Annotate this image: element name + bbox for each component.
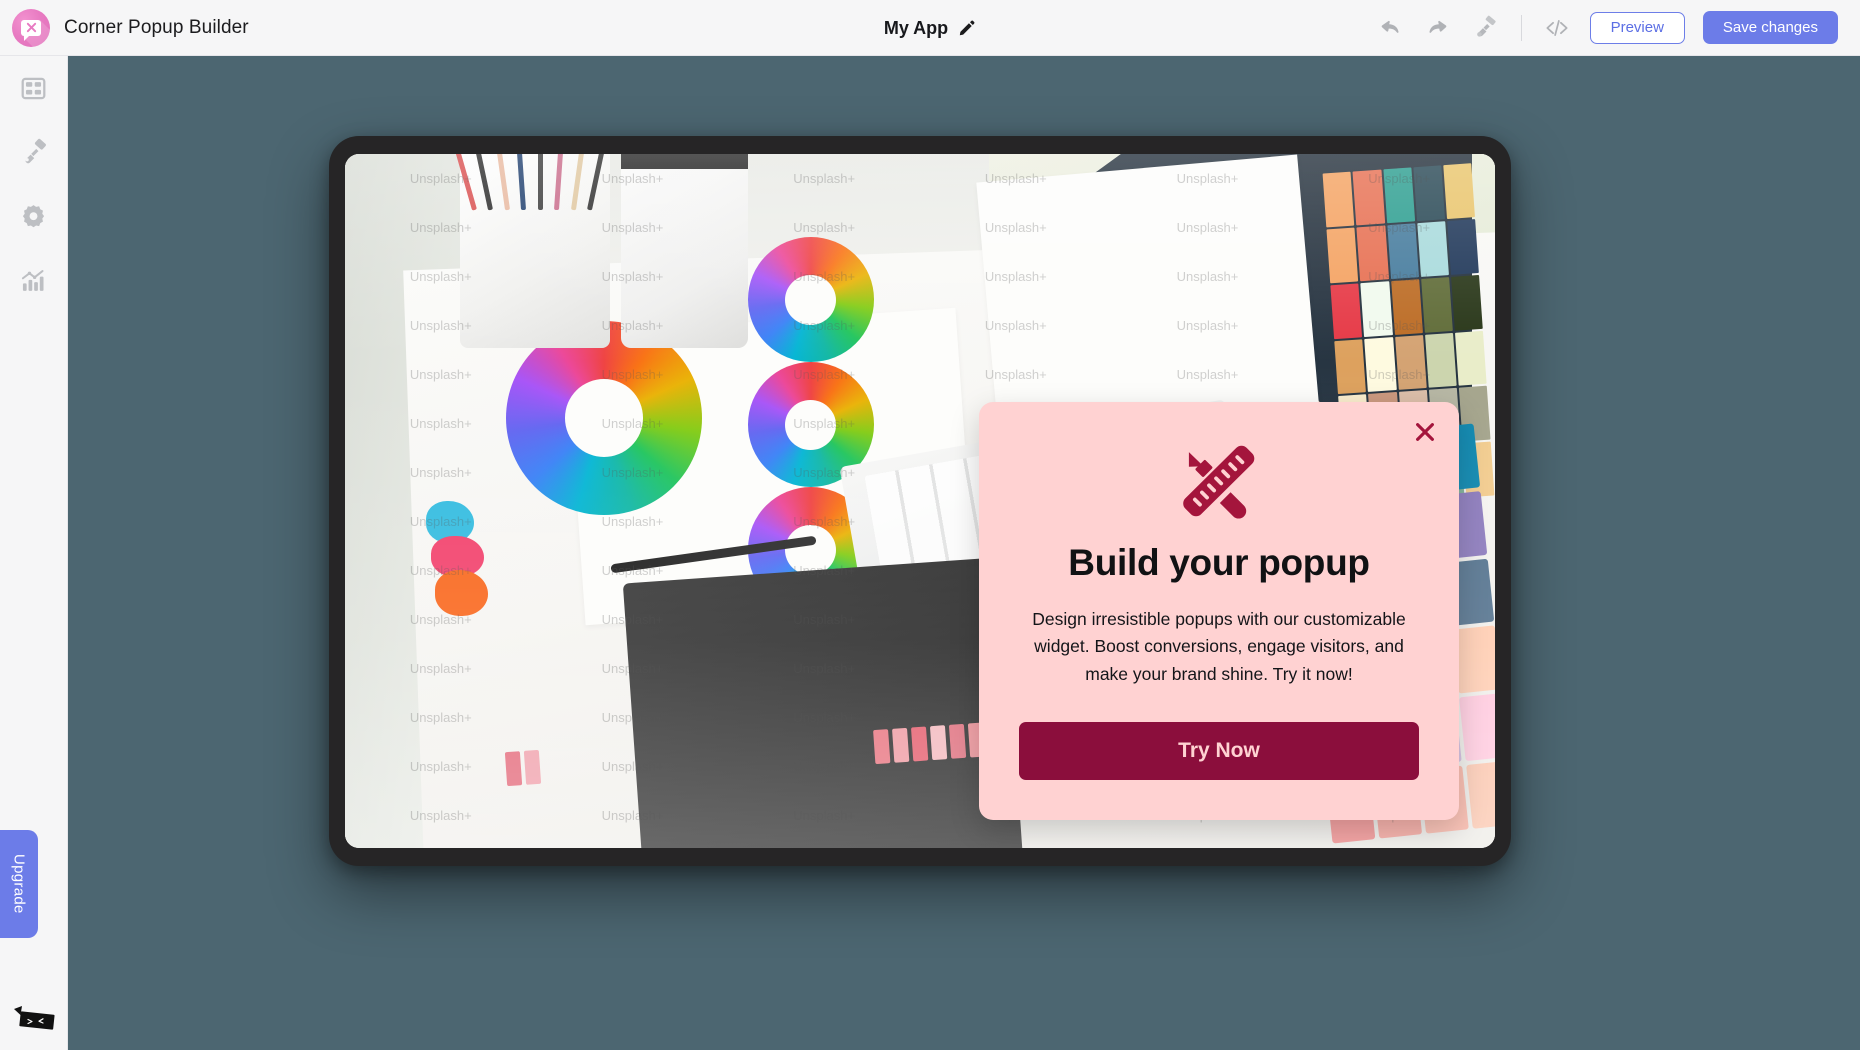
preview-button[interactable]: Preview: [1589, 11, 1685, 44]
upgrade-label: Upgrade: [10, 854, 28, 914]
undo-arrow-icon: [1381, 20, 1399, 33]
layout-grid-icon: [21, 77, 46, 99]
popup-widget: Build your popup Design irresistible pop…: [979, 402, 1459, 820]
top-app-bar: Corner Popup Builder My App Preview Save…: [0, 0, 1860, 56]
sidebar-item-analytics[interactable]: [0, 248, 68, 312]
pencil-ruler-design-icon: [1183, 445, 1255, 519]
document-title: My App: [883, 17, 949, 38]
redo-button[interactable]: [1423, 13, 1453, 43]
save-changes-button[interactable]: Save changes: [1702, 11, 1838, 44]
redo-arrow-icon: [1429, 20, 1446, 33]
editor-canvas: Unsplash+ Unsplash+ Unsplash+ Unsplash+ Unsp…: [68, 56, 1860, 1050]
brand: Corner Popup Builder: [0, 8, 420, 47]
top-actions: Preview Save changes: [1375, 11, 1860, 44]
popup-title: Build your popup: [1068, 542, 1370, 584]
bar-chart-icon: [21, 269, 44, 291]
toolbar-divider: [1520, 14, 1522, 41]
device-preview-frame: Unsplash+ Unsplash+ Unsplash+ Unsplash+ Unsp…: [329, 136, 1511, 866]
sidebar-item-settings[interactable]: [0, 184, 68, 248]
theme-button[interactable]: [1471, 13, 1501, 43]
sidebar-item-templates[interactable]: [0, 56, 68, 120]
popup-body-text: Design irresistible popups with our cust…: [1032, 609, 1406, 684]
paint-brush-icon: [24, 138, 46, 164]
code-brackets-icon: [1546, 19, 1568, 36]
left-sidebar: Upgrade: [0, 56, 68, 1050]
popup-bubble-logo-icon: [12, 8, 50, 47]
paint-roller-icon: [1477, 15, 1496, 37]
device-screen: Unsplash+ Unsplash+ Unsplash+ Unsplash+ Unsp…: [345, 154, 1495, 848]
upgrade-button[interactable]: Upgrade: [0, 830, 38, 938]
sidebar-item-design[interactable]: [0, 120, 68, 184]
close-x-icon: [1416, 423, 1434, 442]
popup-cta-button[interactable]: Try Now: [1019, 722, 1419, 780]
brand-title: Corner Popup Builder: [64, 16, 249, 38]
undo-button[interactable]: [1375, 13, 1405, 43]
gear-icon: [22, 204, 45, 227]
pencil-edit-icon[interactable]: [958, 19, 976, 37]
popup-close-button[interactable]: [1411, 418, 1439, 446]
brand-tag-icon[interactable]: [10, 1002, 58, 1036]
code-button[interactable]: [1542, 13, 1572, 43]
